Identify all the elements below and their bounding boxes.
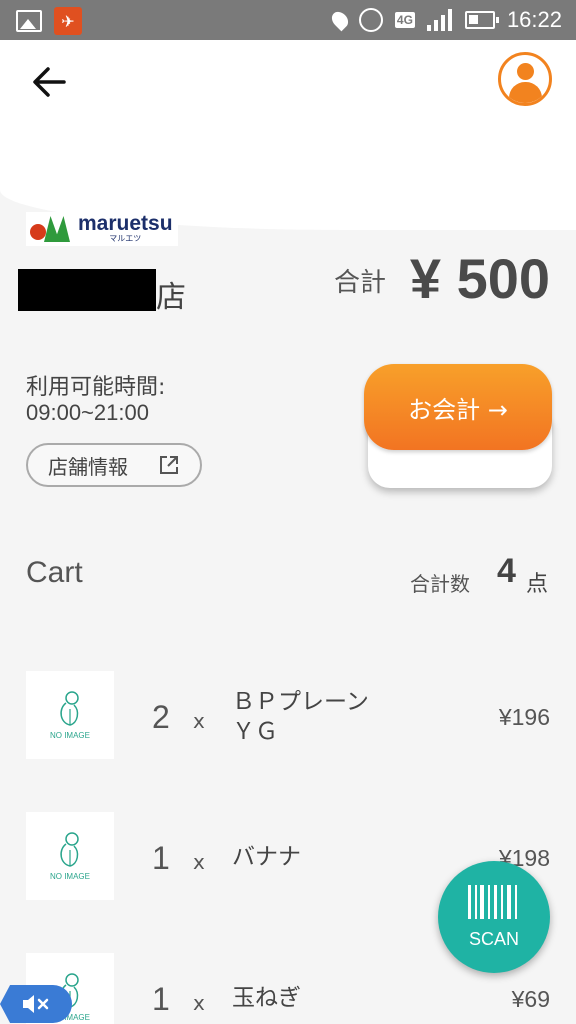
location-icon	[328, 8, 352, 32]
cart-title: Cart	[26, 556, 83, 589]
item-name: バナナ	[232, 844, 301, 870]
no-image-icon	[60, 832, 79, 867]
item-count-unit: 点	[526, 572, 549, 597]
scan-label: SCAN	[468, 929, 519, 949]
alarm-icon	[358, 8, 383, 32]
signal-icon	[426, 9, 453, 31]
logo-text: maruetsu	[78, 212, 173, 235]
item-multiplier: x	[193, 850, 205, 874]
scan-button[interactable]: SCAN	[438, 861, 550, 973]
item-quantity: 1	[152, 840, 170, 876]
item-name: ＢＰプレーンＹＧ	[232, 689, 369, 745]
profile-button[interactable]	[498, 52, 552, 106]
barcode-icon	[468, 885, 517, 919]
item-price: ¥69	[511, 986, 550, 1012]
status-bar: ✈ 4G 16:22	[0, 0, 576, 40]
store-logo: maruetsu マルエツ	[26, 212, 178, 246]
total-label: 合計	[334, 268, 387, 298]
maruetsu-logo-mark	[30, 214, 74, 244]
total-amount: ¥ 500	[409, 247, 550, 310]
item-count-label: 合計数	[410, 572, 470, 596]
mute-toggle[interactable]	[0, 985, 72, 1023]
image-icon	[16, 10, 42, 32]
store-info-label: 店舗情報	[48, 454, 128, 479]
item-multiplier: x	[193, 709, 205, 733]
status-time: 16:22	[506, 7, 562, 32]
item-name: 玉ねぎ	[232, 985, 301, 1011]
checkout-button[interactable]: お会計 →	[364, 364, 552, 450]
item-count-value: 4	[497, 552, 516, 590]
app-header	[0, 40, 576, 230]
external-link-icon	[160, 456, 178, 474]
battery-icon	[464, 11, 499, 29]
no-image-icon	[60, 691, 79, 726]
hours-value: 09:00~21:00	[26, 400, 149, 425]
hours-label: 利用可能時間:	[26, 375, 166, 400]
arrow-left-icon	[33, 67, 66, 97]
app-notification-icon: ✈	[54, 7, 82, 35]
user-avatar-icon	[517, 63, 534, 80]
redacted-store-name	[18, 269, 156, 311]
product-image: NO IMAGE	[26, 671, 114, 759]
no-image-label: NO IMAGE	[49, 731, 90, 740]
logo-subtext: マルエツ	[109, 234, 142, 243]
speaker-muted-icon	[23, 995, 49, 1013]
no-image-label: NO IMAGE	[49, 872, 90, 881]
item-quantity: 2	[152, 699, 170, 735]
item-price: ¥196	[498, 704, 550, 730]
cart-item[interactable]: NO IMAGE 2 x ＢＰプレーンＹＧ ¥196	[0, 671, 576, 767]
store-info-button[interactable]: 店舗情報	[26, 443, 202, 487]
item-quantity: 1	[152, 981, 170, 1017]
back-button[interactable]	[28, 60, 72, 104]
item-multiplier: x	[193, 991, 205, 1015]
product-image: NO IMAGE	[26, 812, 114, 900]
network-type: 4G	[394, 12, 415, 28]
store-name-suffix: 店	[156, 280, 186, 315]
